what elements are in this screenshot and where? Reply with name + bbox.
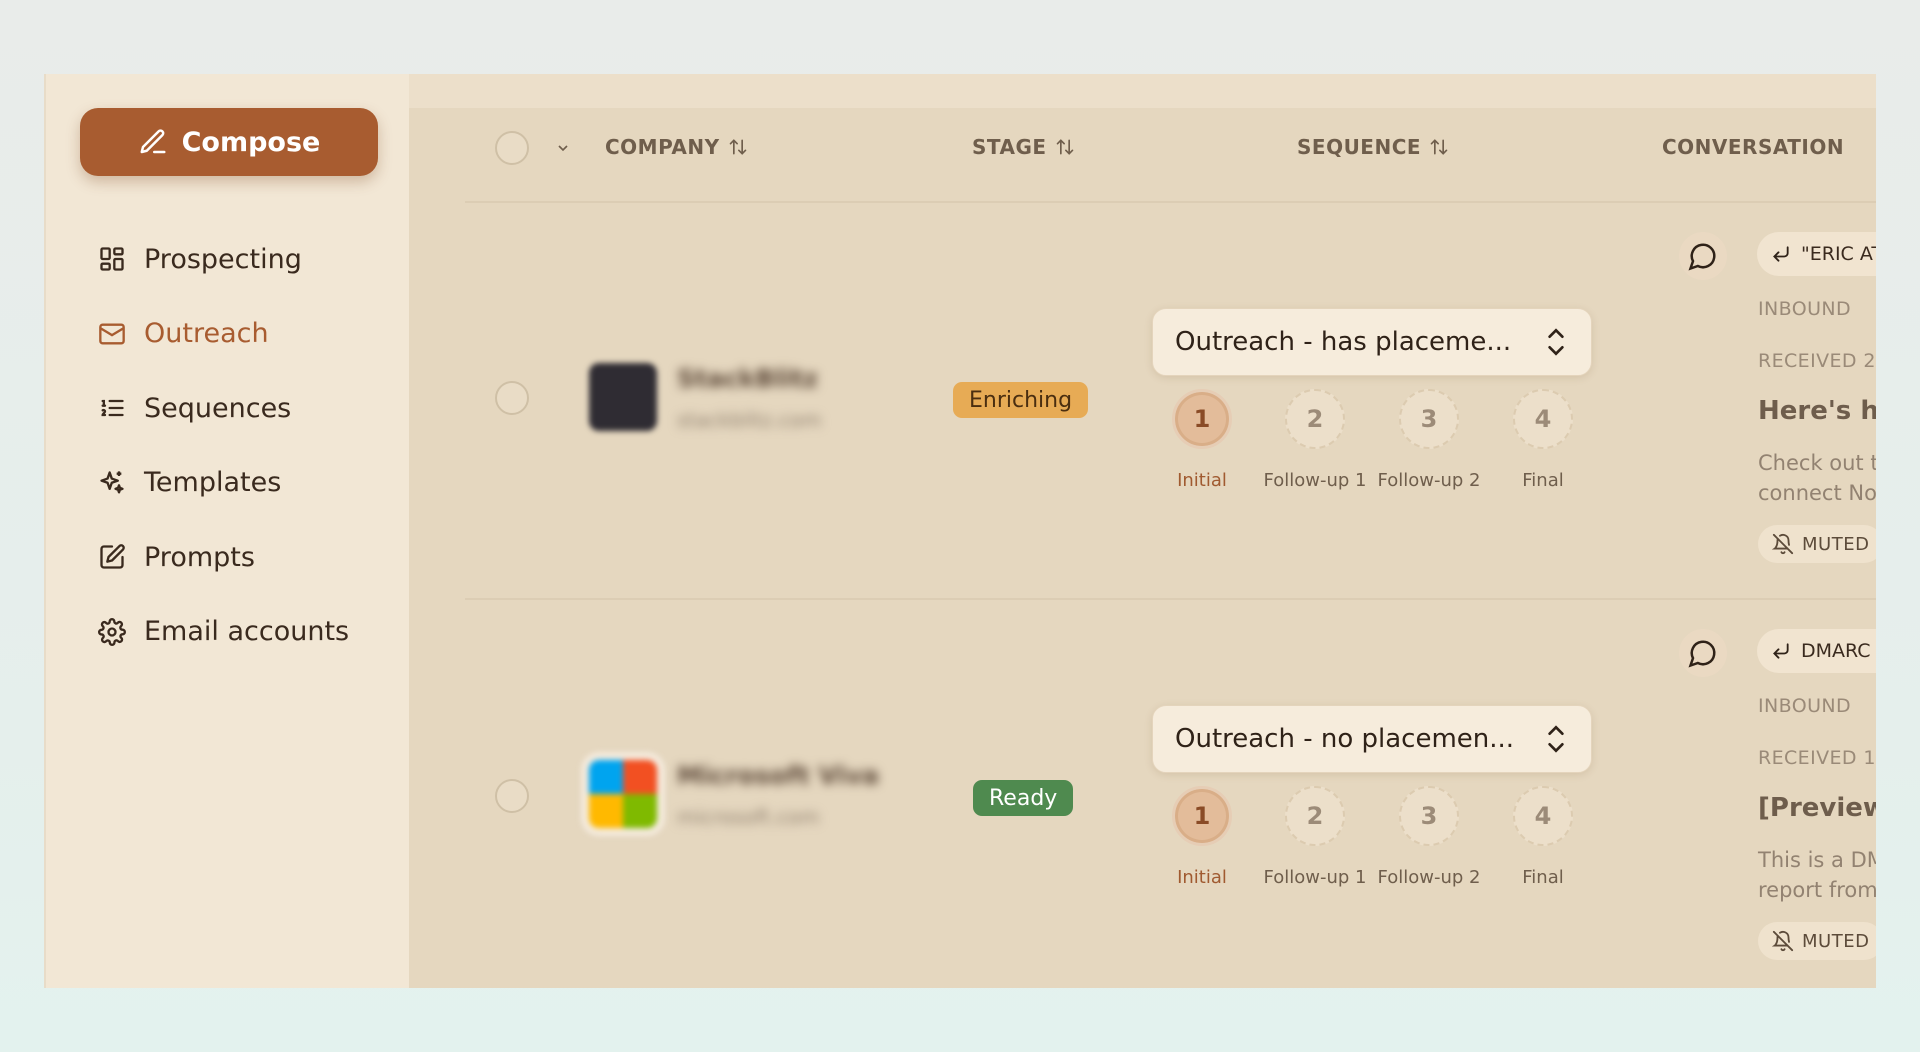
app-window: Compose Prospecting Outreach Sequences T… xyxy=(44,74,1876,988)
column-header-company[interactable]: COMPANY xyxy=(605,135,748,159)
conversation-received: RECEIVED 1 DAY xyxy=(1758,747,1876,769)
conversation-snippet: This is a DMA xyxy=(1758,848,1876,872)
muted-badge[interactable]: MUTED xyxy=(1758,525,1876,563)
select-all-checkbox[interactable] xyxy=(495,131,529,165)
row-checkbox[interactable] xyxy=(495,381,529,415)
mail-icon xyxy=(99,323,125,345)
chevron-up-down-icon xyxy=(1548,725,1564,753)
company-domain: stackblitz.com xyxy=(677,408,822,432)
step-label: Final xyxy=(1522,470,1564,491)
column-header-sequence[interactable]: SEQUENCE xyxy=(1297,135,1449,159)
stage-badge: Enriching xyxy=(953,382,1089,418)
table-header: COMPANY STAGE SEQUENCE CONVERSATION xyxy=(409,108,1876,188)
chevron-up-down-icon xyxy=(1548,328,1564,356)
sidebar-item-label: Prospecting xyxy=(144,243,302,275)
sequence-step-3[interactable]: 3 xyxy=(1399,389,1459,449)
step-label: Follow-up 1 xyxy=(1263,470,1367,491)
sidebar-item-label: Email accounts xyxy=(144,616,350,648)
row-checkbox[interactable] xyxy=(495,779,529,813)
step-label: Initial xyxy=(1177,867,1227,888)
conversation-sender[interactable]: "ERIC AT BO xyxy=(1757,232,1876,276)
sidebar-item-prospecting[interactable]: Prospecting xyxy=(98,222,349,297)
main-content: COMPANY STAGE SEQUENCE CONVERSATION Stac… xyxy=(409,74,1876,988)
sidebar-item-label: Templates xyxy=(144,467,282,499)
top-strip xyxy=(409,74,1876,108)
sidebar-item-outreach[interactable]: Outreach xyxy=(98,297,349,372)
sort-icon xyxy=(1430,139,1448,155)
reply-icon xyxy=(1773,246,1789,262)
sequence-step-3[interactable]: 3 xyxy=(1399,786,1459,846)
sidebar-item-prompts[interactable]: Prompts xyxy=(98,520,349,595)
pencil-icon xyxy=(140,129,166,154)
column-header-conversation: CONVERSATION xyxy=(1662,135,1845,159)
sequence-step-2[interactable]: 2 xyxy=(1285,389,1345,449)
bell-off-icon xyxy=(1772,930,1794,952)
company-logo xyxy=(589,363,657,431)
sidebar-item-templates[interactable]: Templates xyxy=(98,446,349,521)
stage-badge: Ready xyxy=(973,780,1074,816)
chevron-down-icon[interactable] xyxy=(555,140,571,156)
sidebar-item-sequences[interactable]: Sequences xyxy=(98,371,349,446)
muted-badge[interactable]: MUTED xyxy=(1758,922,1876,960)
sidebar-item-label: Outreach xyxy=(144,318,269,350)
sequence-step-2[interactable]: 2 xyxy=(1285,786,1345,846)
row-divider xyxy=(465,201,1876,203)
company-domain: microsoft.com xyxy=(677,805,820,829)
conversation-direction: INBOUND xyxy=(1758,695,1852,717)
conversation-direction: INBOUND xyxy=(1758,298,1852,320)
company-name[interactable]: StackBlitz xyxy=(677,364,818,393)
message-circle-icon xyxy=(1688,243,1716,271)
step-label: Final xyxy=(1522,867,1564,888)
sequence-select[interactable]: Outreach - no placemen... xyxy=(1152,705,1592,773)
conversation-received: RECEIVED 20 H xyxy=(1758,350,1876,372)
reply-icon xyxy=(1773,643,1789,659)
sequence-step-4[interactable]: 4 xyxy=(1513,786,1573,846)
sidebar: Compose Prospecting Outreach Sequences T… xyxy=(44,74,409,988)
sort-icon xyxy=(729,139,746,155)
step-label: Follow-up 2 xyxy=(1377,470,1481,491)
conversation-bubble[interactable] xyxy=(1679,232,1727,280)
company-name[interactable]: Microsoft Viva xyxy=(677,761,879,790)
step-label: Initial xyxy=(1177,470,1227,491)
conversation-snippet: report from M xyxy=(1758,878,1876,902)
layout-grid-icon xyxy=(100,247,124,271)
sidebar-item-label: Sequences xyxy=(144,392,292,424)
sequence-select[interactable]: Outreach - has placeme... xyxy=(1152,308,1592,376)
bell-off-icon xyxy=(1772,533,1794,555)
sequence-step-1[interactable]: 1 xyxy=(1172,389,1232,449)
row-divider xyxy=(465,598,1876,600)
list-ordered-icon xyxy=(101,400,124,417)
conversation-snippet: Check out thi xyxy=(1758,451,1876,475)
sequence-step-4[interactable]: 4 xyxy=(1513,389,1573,449)
sequence-step-1[interactable]: 1 xyxy=(1172,786,1232,846)
sidebar-item-email-accounts[interactable]: Email accounts xyxy=(98,595,349,670)
sidebar-item-label: Prompts xyxy=(144,541,255,573)
conversation-subject[interactable]: Here's how xyxy=(1758,396,1876,426)
message-circle-icon xyxy=(1688,640,1716,668)
sparkles-icon xyxy=(100,471,124,494)
sidebar-nav: Prospecting Outreach Sequences Templates… xyxy=(98,222,349,669)
step-label: Follow-up 1 xyxy=(1263,867,1367,888)
sort-icon xyxy=(1056,139,1073,155)
compose-button[interactable]: Compose xyxy=(80,108,378,176)
compose-label: Compose xyxy=(181,126,321,158)
column-header-stage[interactable]: STAGE xyxy=(972,135,1075,159)
conversation-sender[interactable]: DMARC AG xyxy=(1757,629,1876,673)
step-label: Follow-up 2 xyxy=(1377,867,1481,888)
conversation-subject[interactable]: [Preview] R xyxy=(1758,793,1876,823)
edit-square-icon xyxy=(100,544,125,569)
conversation-bubble[interactable] xyxy=(1679,629,1727,677)
gear-icon xyxy=(98,617,126,646)
conversation-snippet: connect Notic xyxy=(1758,481,1876,505)
company-logo xyxy=(589,760,657,828)
